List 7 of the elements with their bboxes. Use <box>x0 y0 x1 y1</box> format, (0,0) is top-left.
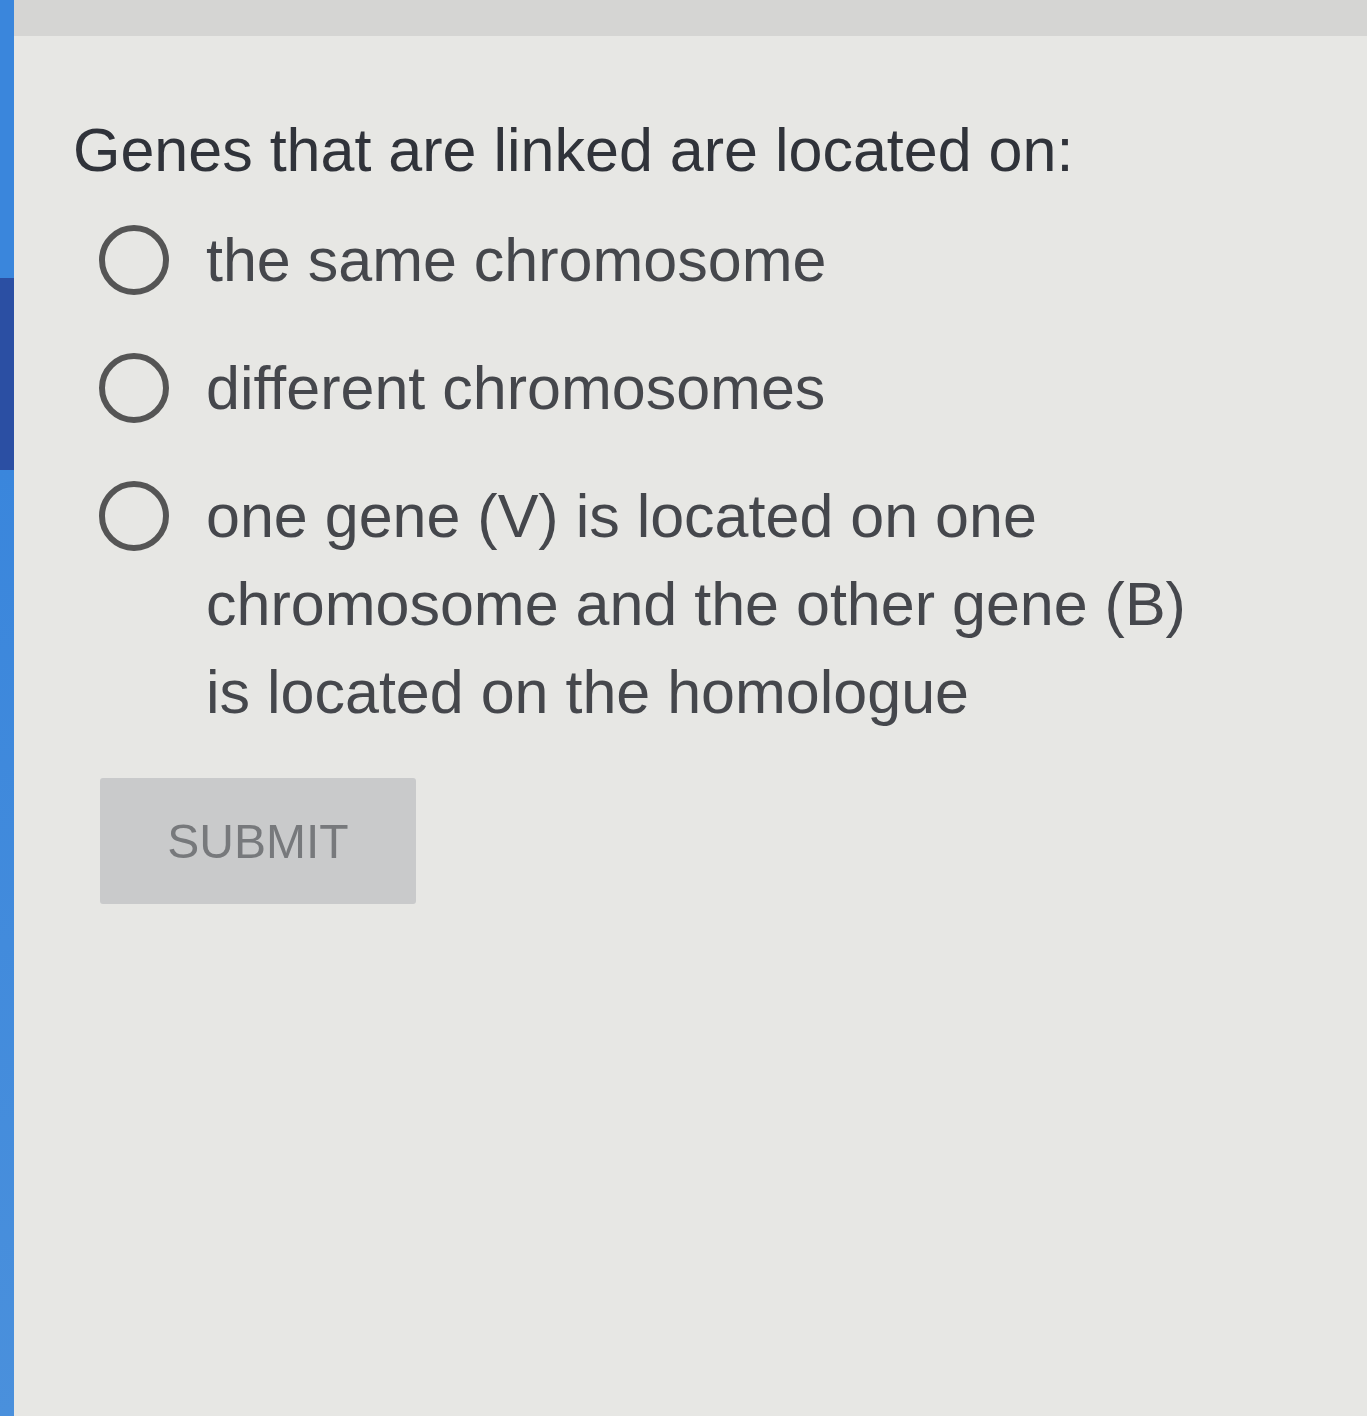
option-label[interactable]: the same chromosome <box>206 216 827 304</box>
option-label[interactable]: one gene (V) is located on one chromosome and the other gene (B) is located on the homologue <box>206 472 1216 736</box>
question-text: Genes that are linked are located on: <box>73 115 1074 186</box>
option-label[interactable]: different chromosomes <box>206 344 826 432</box>
radio-button[interactable] <box>98 224 170 296</box>
radio-button[interactable] <box>98 352 170 424</box>
radio-button[interactable] <box>98 480 170 552</box>
